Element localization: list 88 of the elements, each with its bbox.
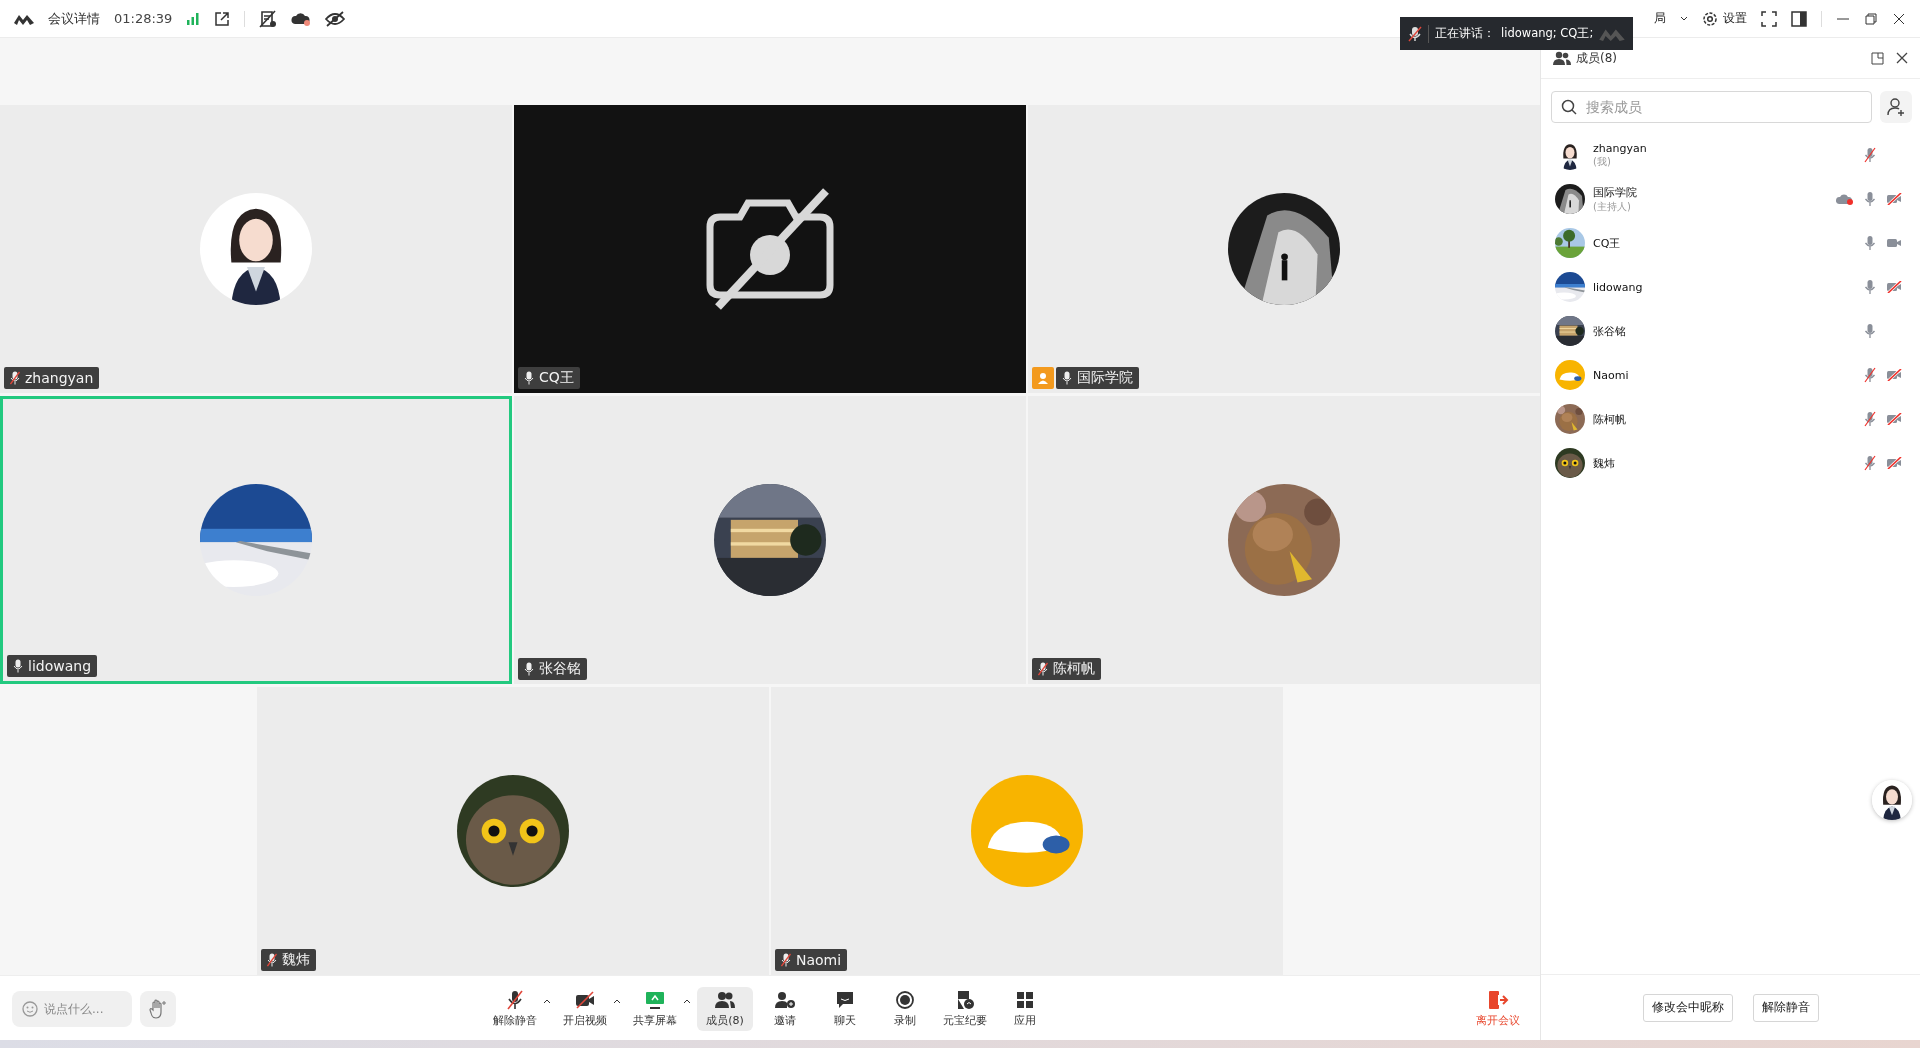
member-name: 国际学院	[1593, 184, 1638, 200]
meeting-duration: 01:28:39	[114, 11, 173, 26]
member-item[interactable]: 张谷铭	[1541, 309, 1920, 353]
caret-icon[interactable]	[1680, 15, 1688, 22]
toolbar-button[interactable]: 聊天	[817, 986, 873, 1031]
member-item[interactable]: zhangyan (我)	[1541, 133, 1920, 177]
meeting-details-link[interactable]: 会议详情	[48, 9, 100, 28]
member-name: CQ王	[1593, 235, 1622, 251]
caret-icon[interactable]	[613, 999, 621, 1004]
grid-icon	[1014, 989, 1036, 1010]
participant-name: Naomi	[775, 949, 848, 971]
participant-name: 张谷铭	[518, 658, 587, 680]
member-role: (主持人)	[1593, 199, 1632, 214]
toolbar-button[interactable]: 共享屏幕	[627, 986, 683, 1031]
record-icon	[894, 989, 916, 1010]
settings-button[interactable]: 设置	[1702, 10, 1747, 27]
layout-button[interactable]: 局	[1654, 10, 1666, 27]
video-tile[interactable]: zhangyan	[0, 105, 512, 393]
camera-off-icon	[704, 187, 836, 311]
participant-name: 国际学院	[1056, 367, 1139, 389]
member-item[interactable]: 国际学院 (主持人)	[1541, 177, 1920, 221]
settings-icon	[1702, 10, 1718, 27]
member-item[interactable]: Naomi	[1541, 353, 1920, 397]
video-tile[interactable]: lidowang	[0, 396, 512, 684]
search-icon	[1561, 99, 1577, 115]
hand-icon	[149, 998, 167, 1019]
raise-hand-button[interactable]	[140, 990, 176, 1027]
speaking-names: lidowang; CQ王;	[1501, 26, 1594, 41]
restore-icon[interactable]	[1864, 11, 1878, 26]
caret-icon[interactable]	[683, 999, 691, 1004]
toolbar-button[interactable]: 邀请	[757, 986, 813, 1031]
member-name: 魏炜	[1593, 455, 1616, 471]
member-name: zhangyan	[1593, 141, 1648, 155]
video-tile[interactable]: 魏炜	[257, 687, 769, 975]
members-title: 成员(8)	[1576, 49, 1617, 67]
leave-meeting-button[interactable]: 离开会议	[1476, 989, 1520, 1028]
people-icon	[714, 989, 736, 1010]
participant-name: 陈柯帆	[1032, 658, 1101, 680]
sidebar-toggle-icon[interactable]	[1791, 10, 1807, 27]
close-icon[interactable]	[1896, 52, 1908, 64]
mic-off-icon	[1408, 25, 1422, 42]
member-role: (我)	[1593, 154, 1612, 169]
toolbar-button[interactable]: 解除静音	[487, 986, 543, 1031]
people-icon	[1553, 51, 1571, 65]
video-tile[interactable]: CQ王	[514, 105, 1026, 393]
member-name: lidowang	[1593, 280, 1644, 294]
camera-off-icon	[574, 989, 596, 1010]
signal-icon	[186, 12, 201, 25]
close-icon[interactable]	[1892, 11, 1906, 26]
share-out-icon[interactable]	[214, 10, 231, 27]
screen-icon	[644, 989, 666, 1010]
member-item[interactable]: CQ王	[1541, 221, 1920, 265]
add-person-icon	[1887, 98, 1905, 116]
toolbar-button[interactable]: 元宝纪要	[937, 986, 993, 1031]
member-item[interactable]: 陈柯帆	[1541, 397, 1920, 441]
member-item[interactable]: lidowang	[1541, 265, 1920, 309]
exit-icon	[1487, 989, 1509, 1010]
search-field[interactable]: 搜索成员	[1551, 91, 1872, 123]
toolbar-button[interactable]: 开启视频	[557, 986, 613, 1031]
mic-off-icon	[504, 989, 526, 1010]
caret-icon[interactable]	[543, 999, 551, 1004]
toolbar-button[interactable]: 录制	[877, 986, 933, 1031]
member-item[interactable]: 魏炜	[1541, 441, 1920, 485]
speaking-label: 正在讲话：	[1435, 26, 1495, 41]
toolbar-button[interactable]: 成员(8)	[697, 986, 753, 1031]
hidden-icon[interactable]	[325, 10, 346, 27]
chat-field[interactable]: 说点什么...	[12, 990, 132, 1027]
toolbar-button[interactable]: 应用	[997, 986, 1053, 1031]
video-tile[interactable]: Naomi	[771, 687, 1283, 975]
add-person-icon	[774, 989, 796, 1010]
member-name: Naomi	[1593, 368, 1630, 382]
panel-button[interactable]: 修改会中昵称	[1642, 993, 1733, 1022]
video-tile[interactable]: 国际学院	[1028, 105, 1540, 393]
participant-name: 魏炜	[261, 949, 316, 971]
popout-icon[interactable]	[1871, 51, 1884, 65]
document-off-icon[interactable]	[259, 9, 278, 28]
participant-name: zhangyan	[4, 367, 100, 389]
panel-button[interactable]: 解除静音	[1752, 993, 1819, 1022]
video-tile[interactable]: 张谷铭	[514, 396, 1026, 684]
member-name: 陈柯帆	[1593, 411, 1627, 427]
member-name: 张谷铭	[1593, 323, 1627, 339]
chat-icon	[834, 989, 856, 1010]
add-member-button[interactable]	[1880, 91, 1912, 123]
participant-name: lidowang	[7, 655, 98, 677]
cloud-recording-icon[interactable]	[291, 10, 312, 27]
participant-name: CQ王	[518, 367, 580, 389]
video-tile[interactable]: 陈柯帆	[1028, 396, 1540, 684]
fullscreen-icon[interactable]	[1761, 10, 1777, 27]
